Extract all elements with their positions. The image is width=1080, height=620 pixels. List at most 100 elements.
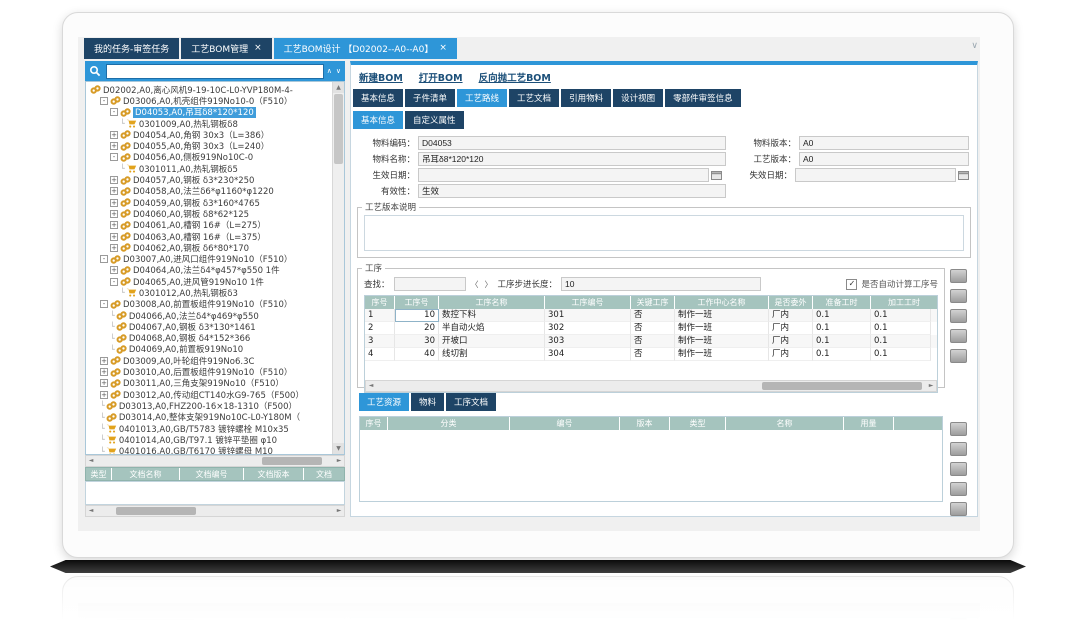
table-row[interactable]: 110数控下料301否制作一班厂内0.10.1: [365, 309, 937, 322]
tree-vertical-scrollbar[interactable]: ▲ ▼: [332, 82, 344, 454]
grid-action-icon-5[interactable]: [950, 349, 967, 363]
tree-item[interactable]: └D04066,A0,法兰δ4*φ469*φ550: [88, 310, 332, 321]
prev-step-icon[interactable]: 〈: [470, 279, 480, 290]
auto-calc-checkbox[interactable]: ✓: [846, 279, 857, 290]
tree-search-input[interactable]: [106, 64, 324, 79]
tree-item[interactable]: └0401013,A0,GB/T5783 镀锌螺栓 M10x35: [88, 423, 332, 434]
tree-item[interactable]: └0301009,A0,热轧钢板δ8: [88, 118, 332, 129]
resource-tab-2[interactable]: 物料: [411, 393, 444, 411]
bom-link-3[interactable]: 反向抛工艺BOM: [479, 70, 551, 84]
tree-item[interactable]: +D04054,A0,角钢 30x3（L=386）: [88, 129, 332, 140]
version-note-textarea[interactable]: [364, 215, 964, 251]
tree-expander-icon[interactable]: +: [110, 187, 118, 195]
tree-item[interactable]: +D04058,A0,法兰δ6*φ1160*φ1220: [88, 186, 332, 197]
grid-action-icon-2[interactable]: [950, 442, 967, 456]
tree-expander-icon[interactable]: +: [100, 357, 108, 365]
find-input[interactable]: [394, 277, 466, 291]
tree-item[interactable]: └D04069,A0,前置板919No10: [88, 344, 332, 355]
tree-item[interactable]: +D04061,A0,槽钢 16#（L=275）: [88, 220, 332, 231]
process-version-field[interactable]: [799, 152, 969, 166]
grid-action-icon-5[interactable]: [950, 502, 967, 516]
validity-field[interactable]: [418, 184, 726, 198]
window-tab-3[interactable]: 工艺BOM设计 【D02002--A0--A0】×: [274, 38, 457, 59]
tree-item[interactable]: └0301012,A0,热轧钢板δ3: [88, 287, 332, 298]
tree-item[interactable]: └D04068,A0,钢板 δ4*152*366: [88, 333, 332, 344]
main-tab-6[interactable]: 设计视图: [613, 89, 663, 107]
grid-action-icon-4[interactable]: [950, 482, 967, 496]
calendar-icon[interactable]: [711, 170, 722, 180]
tree-expander-icon[interactable]: +: [110, 142, 118, 150]
tree-expander-icon[interactable]: +: [110, 266, 118, 274]
tree-horizontal-scrollbar[interactable]: ◄ ►: [85, 455, 345, 467]
tree-expander-icon[interactable]: -: [100, 300, 108, 308]
tree-expander-icon[interactable]: -: [100, 97, 108, 105]
calendar-icon[interactable]: [958, 170, 969, 180]
scrollbar-thumb[interactable]: [334, 94, 343, 164]
search-next-icon[interactable]: ∨: [336, 68, 341, 75]
tree-item[interactable]: └D03013,A0,FHZ200-16×18-1310（F500）: [88, 400, 332, 411]
material-version-field[interactable]: [799, 136, 969, 150]
tree-item[interactable]: +D04055,A0,角钢 30x3（L=240）: [88, 140, 332, 151]
tree-expander-icon[interactable]: +: [100, 379, 108, 387]
tree-item[interactable]: └0401016,A0,GB/T6170 镀锌螺母 M10: [88, 446, 332, 456]
grid-action-icon-3[interactable]: [950, 462, 967, 476]
sub-tab-1[interactable]: 基本信息: [353, 111, 403, 129]
grid-action-icon-1[interactable]: [950, 422, 967, 436]
bom-link-1[interactable]: 新建BOM: [359, 70, 403, 84]
scroll-up-icon[interactable]: ▲: [333, 82, 344, 93]
scroll-down-icon[interactable]: ▼: [333, 443, 344, 454]
tree-expander-icon[interactable]: +: [110, 131, 118, 139]
document-horizontal-scrollbar[interactable]: ◄ ►: [85, 505, 345, 517]
tree-item[interactable]: └D04067,A0,钢板 δ3*130*1461: [88, 321, 332, 332]
tree-expander-icon[interactable]: -: [110, 108, 118, 116]
main-tab-5[interactable]: 引用物料: [561, 89, 611, 107]
table-row[interactable]: 440线切割304否制作一班厂内0.10.1: [365, 348, 937, 361]
tree-item[interactable]: D02002,A0,离心风机9-19-10C-L0-YVP180M-4-: [88, 84, 332, 95]
table-row[interactable]: 220半自动火焰302否制作一班厂内0.10.1: [365, 322, 937, 335]
process-horizontal-scrollbar[interactable]: ◄ ►: [365, 380, 937, 392]
window-tab-2[interactable]: 工艺BOM管理×: [181, 38, 271, 59]
tree-item[interactable]: -D03006,A0,机壳组件919No10-0（F510）: [88, 95, 332, 106]
tree-item[interactable]: -D04056,A0,侧板919No10C-0: [88, 152, 332, 163]
scroll-left-icon[interactable]: ◄: [86, 506, 96, 516]
table-row[interactable]: 330开坡口303否制作一班厂内0.10.1: [365, 335, 937, 348]
window-tab-1[interactable]: 我的任务-审签任务: [84, 38, 179, 59]
tree-item[interactable]: +D03010,A0,后置板组件919No10（F510）: [88, 366, 332, 377]
effective-date-field[interactable]: [418, 168, 709, 182]
main-tab-3[interactable]: 工艺路线: [457, 89, 507, 107]
next-step-icon[interactable]: 〉: [484, 279, 494, 290]
tree-item[interactable]: └0401014,A0,GB/T97.1 镀锌平垫圈 φ10: [88, 434, 332, 445]
grid-action-icon-3[interactable]: [950, 309, 967, 323]
main-tab-4[interactable]: 工艺文档: [509, 89, 559, 107]
scrollbar-thumb[interactable]: [116, 507, 196, 515]
tree-item[interactable]: └D03014,A0,整体支架919No10C-L0-Y180M（: [88, 412, 332, 423]
tree-item[interactable]: -D03008,A0,前置板组件919No10（F510）: [88, 299, 332, 310]
main-tab-2[interactable]: 子件清单: [405, 89, 455, 107]
tree-item[interactable]: +D03012,A0,传动组CT140水G9-765（F500）: [88, 389, 332, 400]
sub-tab-2[interactable]: 自定义属性: [405, 111, 464, 129]
tree-expander-icon[interactable]: +: [110, 244, 118, 252]
tree-expander-icon[interactable]: +: [110, 221, 118, 229]
resource-tab-3[interactable]: 工序文档: [446, 393, 496, 411]
scroll-right-icon[interactable]: ►: [334, 456, 344, 466]
tree-item[interactable]: +D03011,A0,三角支架919No10（F510）: [88, 378, 332, 389]
grid-action-icon-4[interactable]: [950, 329, 967, 343]
tree-expander-icon[interactable]: +: [110, 233, 118, 241]
tree-item[interactable]: +D03009,A0,叶轮组件919No6.3C: [88, 355, 332, 366]
scroll-left-icon[interactable]: ◄: [86, 456, 96, 466]
scroll-right-icon[interactable]: ►: [926, 381, 936, 391]
scroll-right-icon[interactable]: ►: [334, 506, 344, 516]
main-tab-1[interactable]: 基本信息: [353, 89, 403, 107]
material-code-field[interactable]: [418, 136, 726, 150]
tree-item[interactable]: +D04060,A0,钢板 δ8*62*125: [88, 208, 332, 219]
tree-item[interactable]: └0301011,A0,热轧钢板δ5: [88, 163, 332, 174]
tree-item[interactable]: +D04063,A0,槽钢 16#（L=375）: [88, 231, 332, 242]
step-length-input[interactable]: [561, 277, 761, 291]
scrollbar-thumb[interactable]: [262, 457, 322, 465]
grid-action-icon-1[interactable]: [950, 269, 967, 283]
scroll-left-icon[interactable]: ◄: [366, 381, 376, 391]
tabbar-chevron-down-icon[interactable]: ∨: [971, 41, 978, 51]
tree-item[interactable]: +D04064,A0,法兰δ4*φ457*φ550 1件: [88, 265, 332, 276]
material-name-field[interactable]: [418, 152, 726, 166]
tree-expander-icon[interactable]: +: [110, 176, 118, 184]
